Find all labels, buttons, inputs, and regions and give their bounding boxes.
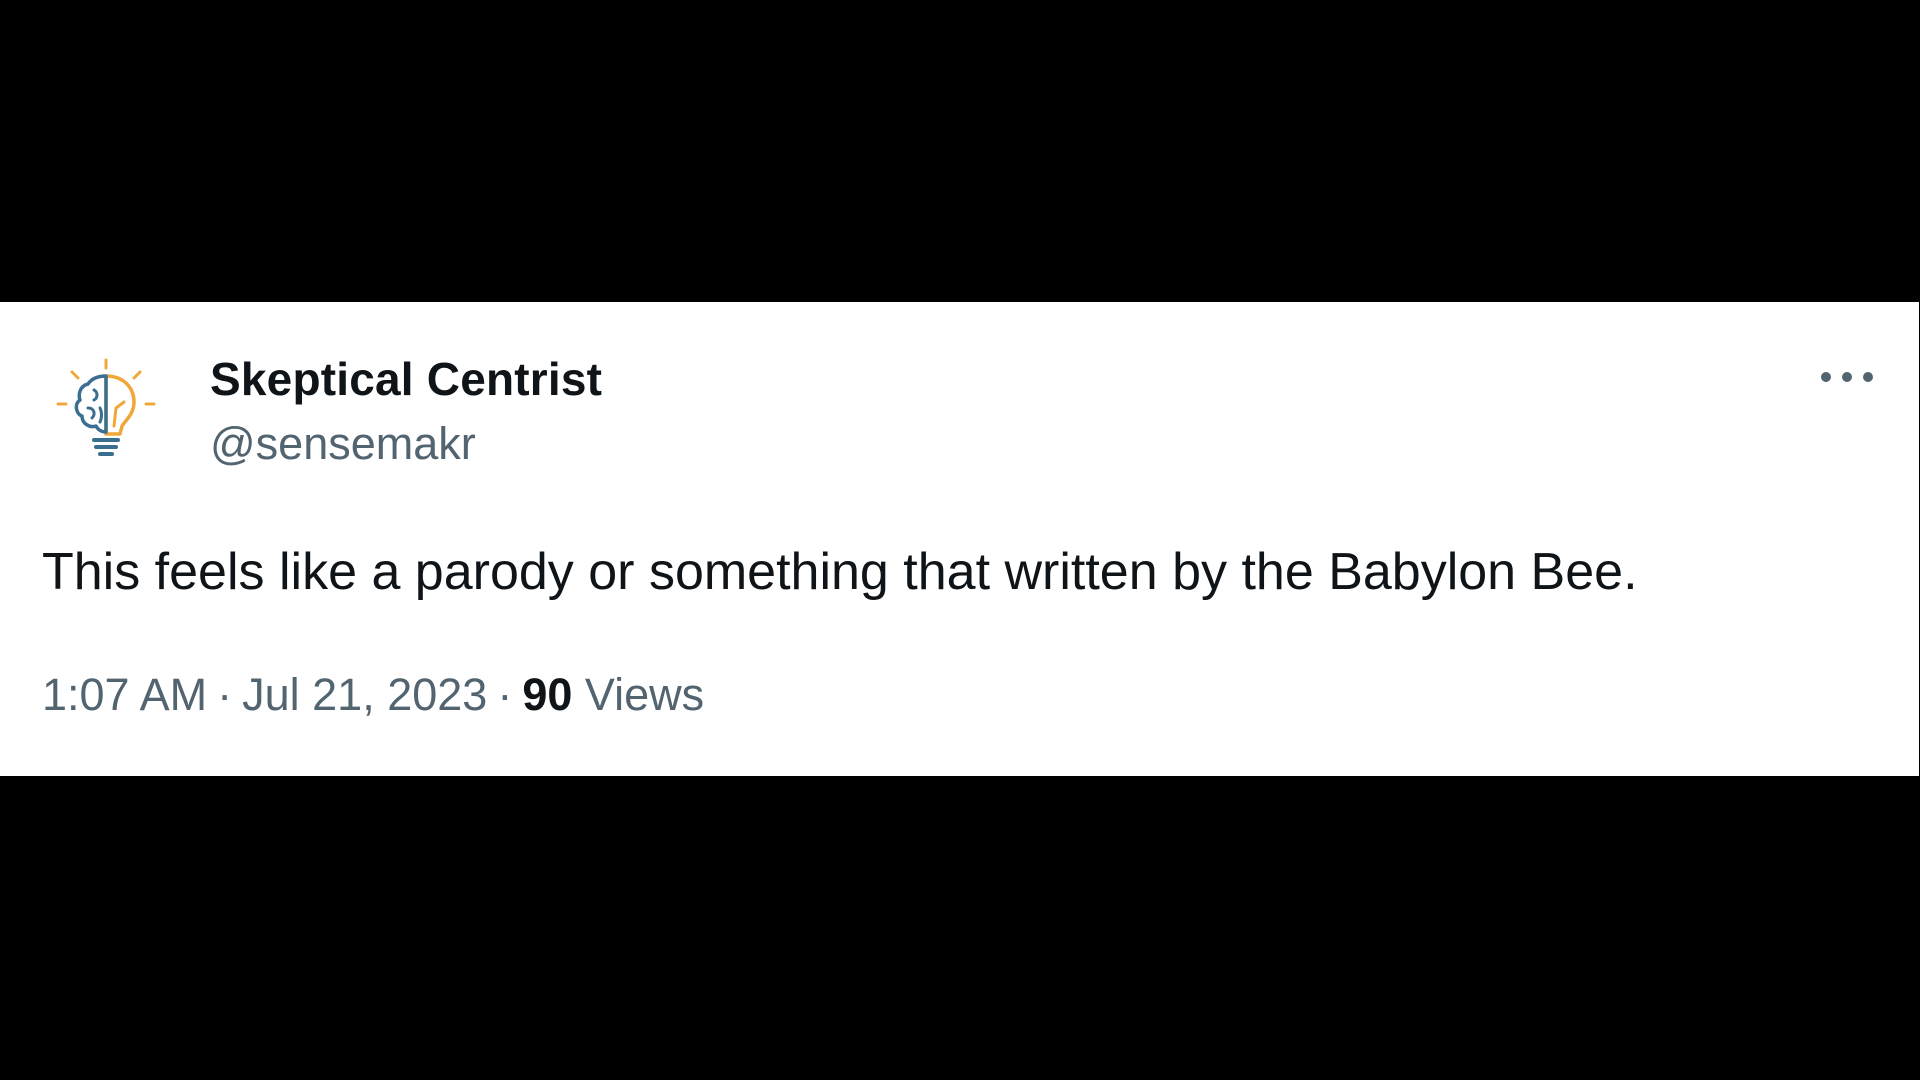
more-options-icon: [1821, 372, 1873, 382]
tweet-text: This feels like a parody or something th…: [42, 543, 1638, 601]
tweet-meta: 1:07 AM · Jul 21, 2023 · 90 Views: [42, 669, 704, 721]
tweet-card[interactable]: Skeptical Centrist @sensemakr This feels…: [0, 302, 1919, 776]
more-options-button[interactable]: [1816, 360, 1878, 394]
views-label[interactable]: Views: [585, 669, 704, 720]
separator: ·: [497, 669, 513, 720]
author-display-name[interactable]: Skeptical Centrist: [210, 352, 602, 406]
tweet-date[interactable]: Jul 21, 2023: [242, 669, 487, 720]
screen: Skeptical Centrist @sensemakr This feels…: [0, 0, 1920, 1080]
avatar[interactable]: [54, 356, 158, 460]
separator: ·: [217, 669, 233, 720]
tweet-time[interactable]: 1:07 AM: [42, 669, 207, 720]
views-count[interactable]: 90: [522, 669, 572, 720]
brain-lightbulb-icon: [56, 358, 156, 456]
author-handle[interactable]: @sensemakr: [210, 418, 476, 470]
